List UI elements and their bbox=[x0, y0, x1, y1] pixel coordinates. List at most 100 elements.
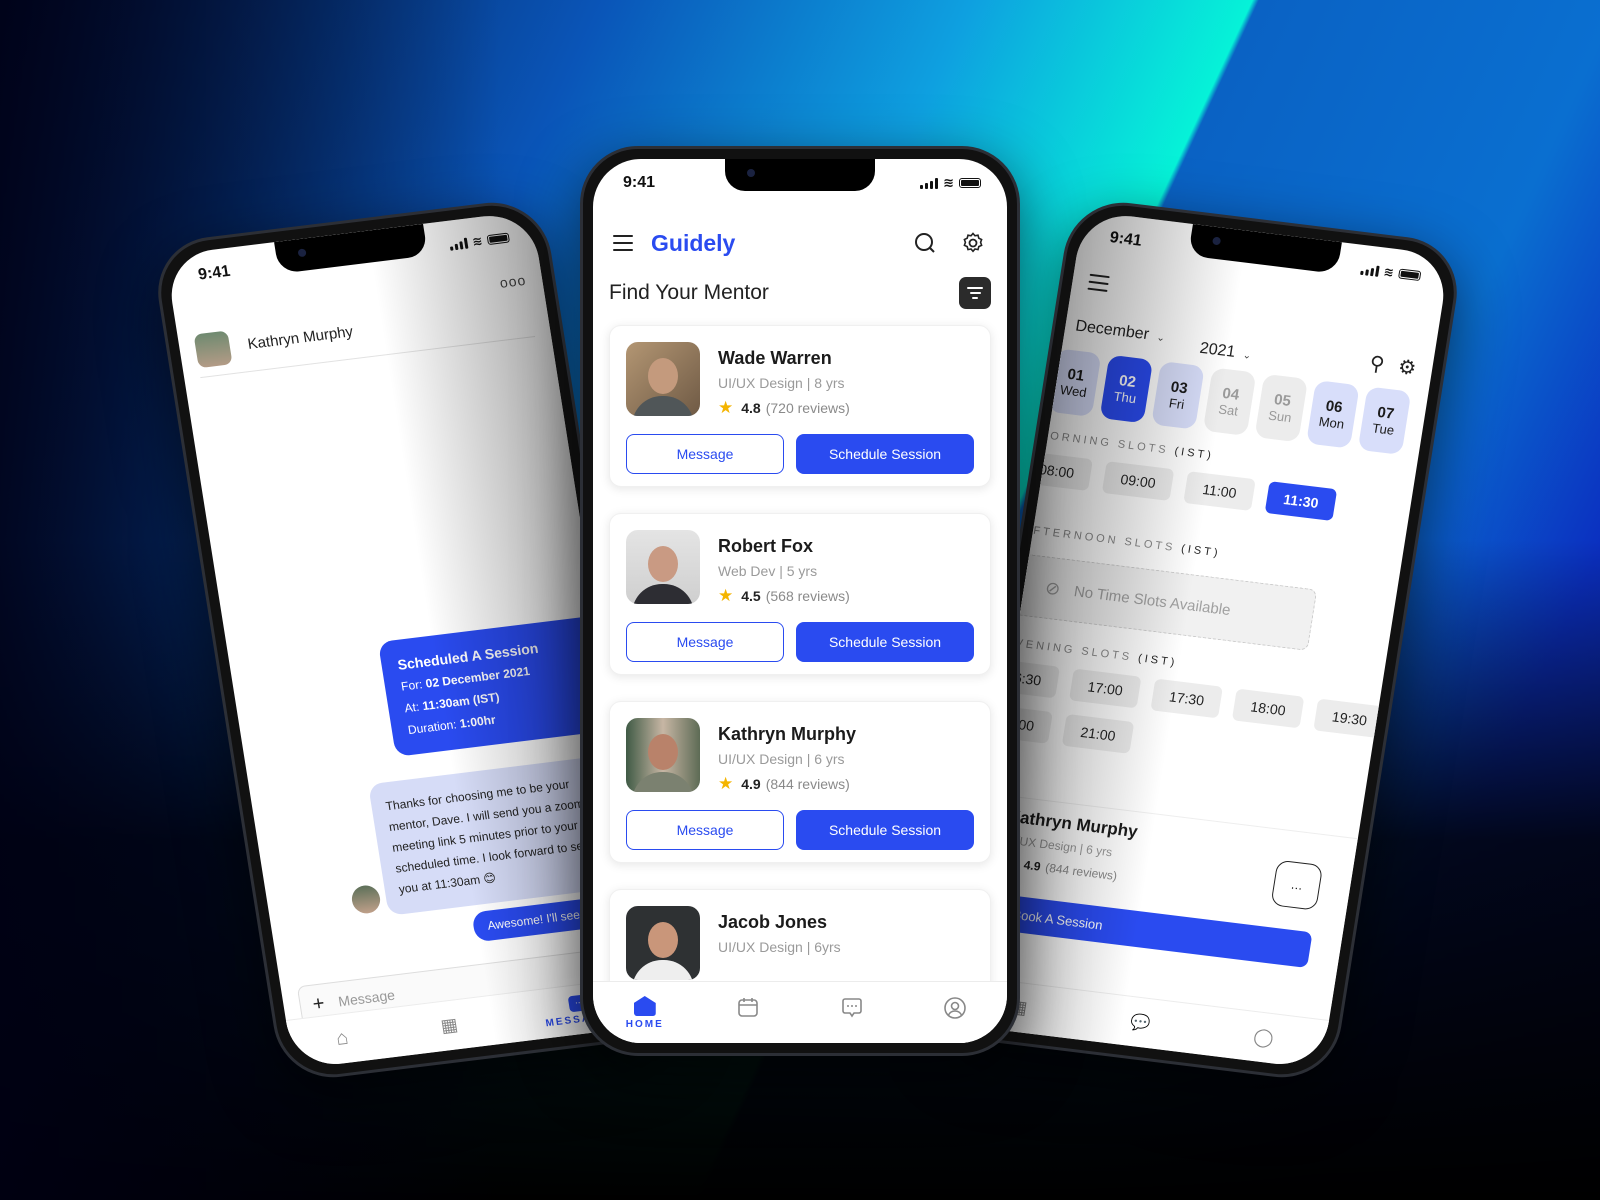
gear-icon[interactable]: ⚙ bbox=[1396, 354, 1418, 381]
mentor-role: UI/UX Design | 6 yrs bbox=[718, 751, 845, 767]
date-day: 03 bbox=[1169, 378, 1189, 398]
mentor-name: Jacob Jones bbox=[718, 912, 828, 932]
time-slot[interactable]: 11:00 bbox=[1183, 471, 1256, 512]
message-placeholder: Message bbox=[337, 986, 397, 1010]
date-weekday: Tue bbox=[1371, 420, 1396, 438]
tab-messages[interactable] bbox=[822, 996, 882, 1018]
app-header: Guidely bbox=[613, 225, 987, 261]
chat-icon[interactable]: 💬 bbox=[1129, 1011, 1152, 1033]
for-label: For: bbox=[400, 677, 424, 694]
phone-mentors: 9:41 ≋ Guidely Find Your Mentor Wade War… bbox=[580, 146, 1020, 1056]
battery-icon bbox=[1397, 268, 1422, 282]
mentor-card: Kathryn Murphy UI/UX Design | 6 yrs ★ 4.9… bbox=[609, 701, 991, 863]
chat-header: Kathryn Murphy ooo bbox=[193, 272, 536, 379]
notch bbox=[725, 159, 875, 191]
mentor-card: Robert Fox Web Dev | 5 yrs ★ 4.5 (568 revi… bbox=[609, 513, 991, 675]
message-button[interactable]: Message bbox=[626, 622, 784, 662]
star-icon: ★ bbox=[718, 774, 734, 793]
duration-value: 1:00hr bbox=[458, 712, 497, 731]
mentors-screen: 9:41 ≋ Guidely Find Your Mentor Wade War… bbox=[593, 159, 1007, 1043]
signal-icon bbox=[1360, 263, 1380, 277]
contact-name: Kathryn Murphy bbox=[246, 323, 355, 353]
sender-avatar bbox=[349, 883, 383, 915]
schedule-session-button[interactable]: Schedule Session bbox=[796, 434, 974, 474]
date-day: 06 bbox=[1324, 397, 1344, 417]
duration-label: Duration: bbox=[406, 717, 458, 738]
date-day: 04 bbox=[1221, 384, 1241, 404]
mentor-rating: ★ 4.5 (568 reviews) bbox=[718, 586, 850, 605]
search-icon[interactable] bbox=[911, 229, 939, 257]
mentor-name: Kathryn Murphy bbox=[718, 724, 857, 744]
time-slot[interactable]: 18:00 bbox=[1231, 688, 1305, 729]
mentor-list: Wade Warren UI/UX Design | 8 yrs ★ 4.8 (72… bbox=[609, 325, 991, 1043]
timer-off-icon: ⊘ bbox=[1043, 577, 1062, 599]
schedule-session-button[interactable]: Schedule Session bbox=[796, 622, 974, 662]
mentor-role: UI/UX Design | 8 yrs bbox=[718, 375, 845, 391]
signal-icon bbox=[449, 237, 469, 251]
mentor-name: Wade Warren bbox=[718, 348, 832, 368]
home-icon bbox=[633, 996, 656, 1016]
date-weekday: Sat bbox=[1217, 401, 1240, 419]
time-slot[interactable]: 19:30 bbox=[1313, 698, 1386, 739]
date-chip[interactable]: 07 Tue bbox=[1357, 386, 1412, 455]
date-chip[interactable]: 06 Mon bbox=[1306, 380, 1360, 449]
calendar-icon bbox=[738, 998, 759, 1017]
time-slot[interactable]: 17:30 bbox=[1150, 678, 1223, 719]
battery-icon bbox=[959, 178, 981, 188]
wifi-icon: ≋ bbox=[471, 233, 484, 249]
home-icon[interactable]: ⌂ bbox=[334, 1027, 350, 1051]
profile-icon[interactable]: ◯ bbox=[1252, 1026, 1275, 1049]
date-chip: 04 Sat bbox=[1202, 367, 1257, 436]
tab-home[interactable]: HOME bbox=[615, 996, 675, 1030]
time-slot[interactable]: 09:00 bbox=[1101, 461, 1175, 502]
status-time: 9:41 bbox=[1108, 229, 1143, 250]
filter-button[interactable] bbox=[959, 277, 991, 309]
star-icon: ★ bbox=[718, 586, 734, 605]
battery-icon bbox=[486, 232, 511, 246]
star-icon: ★ bbox=[718, 398, 734, 417]
message-button[interactable]: Message bbox=[626, 434, 784, 474]
afternoon-slots-label: AFTERNOON SLOTS (IST) bbox=[1022, 523, 1222, 560]
chat-icon: … bbox=[1289, 877, 1304, 893]
menu-icon[interactable] bbox=[613, 235, 633, 251]
calendar-icon[interactable]: ▦ bbox=[439, 1014, 459, 1037]
evening-slots: 16:3017:0017:3018:0019:3020:0021:00 bbox=[980, 658, 1389, 785]
date-weekday: Sun bbox=[1267, 407, 1293, 426]
signal-icon bbox=[920, 177, 939, 189]
time-slot[interactable]: 17:00 bbox=[1068, 668, 1142, 709]
date-chip: 05 Sun bbox=[1254, 373, 1309, 443]
date-weekday: Mon bbox=[1317, 413, 1346, 432]
app-logo: Guidely bbox=[651, 229, 736, 256]
message-button[interactable]: Message bbox=[626, 810, 784, 850]
month-dropdown[interactable]: December ⌄ bbox=[1074, 317, 1166, 346]
time-slot[interactable]: 11:30 bbox=[1264, 481, 1338, 522]
chat-button[interactable]: … bbox=[1270, 859, 1324, 911]
contact-avatar[interactable] bbox=[193, 329, 233, 368]
mentor-avatar bbox=[626, 718, 700, 792]
menu-icon[interactable] bbox=[1087, 273, 1110, 293]
plus-icon[interactable]: + bbox=[311, 992, 326, 1016]
tab-calendar[interactable] bbox=[718, 996, 778, 1018]
mentor-rating: ★ 4.8 (720 reviews) bbox=[718, 398, 850, 417]
date-chip[interactable]: 02 Thu bbox=[1099, 354, 1154, 424]
tab-profile[interactable] bbox=[925, 996, 985, 1020]
date-weekday: Wed bbox=[1059, 382, 1088, 401]
date-chip[interactable]: 03 Fri bbox=[1151, 361, 1205, 430]
profile-icon bbox=[944, 997, 967, 1019]
date-day: 02 bbox=[1117, 372, 1138, 391]
time-slot[interactable]: 08:00 bbox=[1020, 451, 1093, 492]
search-icon[interactable]: ⚲ bbox=[1368, 350, 1386, 376]
chat-icon bbox=[841, 998, 862, 1018]
date-chip[interactable]: 01 Wed bbox=[1047, 348, 1102, 417]
date-day: 01 bbox=[1066, 365, 1086, 385]
schedule-session-button[interactable]: Schedule Session bbox=[796, 810, 974, 850]
year-dropdown[interactable]: 2021 ⌄ bbox=[1198, 340, 1252, 364]
mentor-rating: ★ 4.9 (844 reviews) bbox=[718, 774, 850, 793]
page-title: Find Your Mentor bbox=[609, 281, 769, 304]
gear-icon[interactable] bbox=[959, 229, 987, 257]
mentor-card: Wade Warren UI/UX Design | 8 yrs ★ 4.8 (72… bbox=[609, 325, 991, 487]
selected-mentor-panel: Kathryn Murphy UI/UX Design | 6 yrs ★ 4.… bbox=[960, 793, 1358, 1007]
more-options-icon[interactable]: ooo bbox=[499, 272, 528, 291]
time-slot[interactable]: 21:00 bbox=[1061, 713, 1135, 754]
wifi-icon: ≋ bbox=[1382, 264, 1395, 280]
